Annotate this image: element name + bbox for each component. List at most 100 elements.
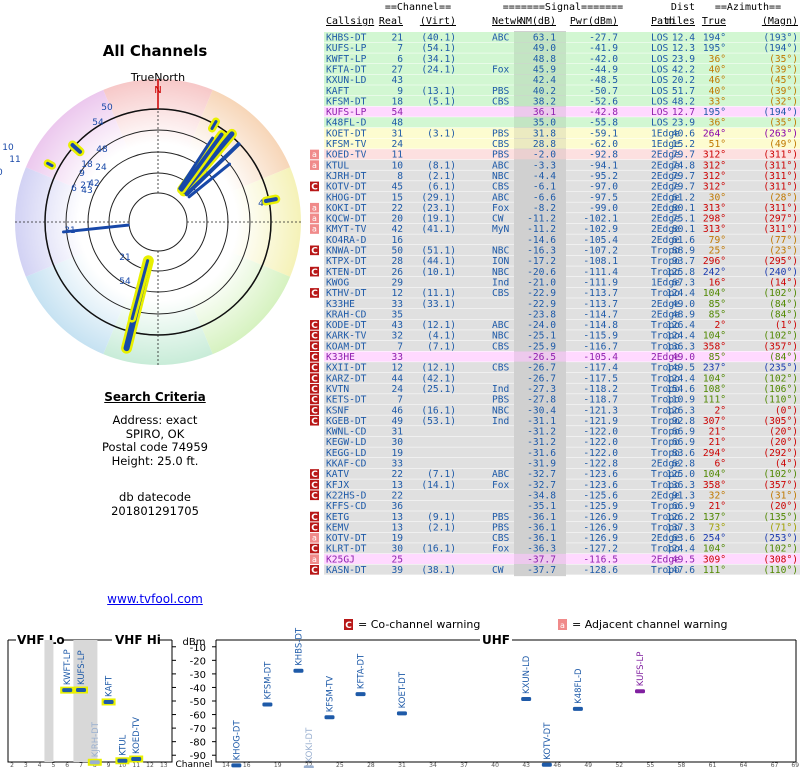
table-cell-mag: (240°) [763, 267, 798, 278]
table-cell-az: 104° [703, 544, 726, 555]
table-cell-net: PBS [492, 128, 510, 139]
table-cell-virt: (51.1) [421, 246, 456, 257]
table-cell-az: 358° [703, 341, 726, 352]
cochannel-warning-letter: C [311, 523, 318, 533]
table-cell-cs: KOTV-DT [326, 533, 367, 544]
table-cell-cs: KASN-DT [326, 565, 367, 576]
table-cell-dist: 49.5 [672, 554, 695, 565]
table-cell-pwr: -107.2 [583, 246, 618, 257]
height-line: Height: 25.0 ft. [111, 453, 199, 468]
table-cell-ch: 32 [391, 331, 403, 342]
table-cell-ch: 7 [397, 395, 403, 406]
spectrum-bar-label: KFSM-TV [326, 676, 336, 713]
uhf-channel-tick: 49 [584, 762, 592, 768]
table-cell-dist: 92.8 [672, 416, 695, 427]
table-cell-dist: 149.5 [666, 363, 695, 374]
table-cell-cs: KOET-DT [326, 128, 367, 139]
table-cell-dist: 48.2 [672, 96, 695, 107]
table-cell-dist: 110.9 [666, 395, 695, 406]
cochannel-warning-letter: C [311, 545, 318, 555]
spectrum-bar [231, 763, 242, 768]
table-cell-dist: 66.9 [672, 427, 695, 438]
table-cell-cs: KFSM-TV [326, 139, 367, 150]
table-cell-dist: 49.0 [672, 299, 695, 310]
table-cell-dist: 124.4 [666, 288, 695, 299]
table-cell-pwr: -116.5 [583, 554, 618, 565]
table-cell-net: NBC [492, 267, 510, 278]
table-cell-az: 2° [714, 320, 726, 331]
table-cell-cs: KMYT-TV [326, 224, 367, 235]
radar-channel-label: 54 [119, 277, 131, 287]
table-cell-ch: 22 [391, 490, 403, 501]
spectrum-bar-label: KXUN-LD [522, 655, 532, 694]
cochannel-warning-letter: C [311, 566, 318, 576]
table-cell-dist: 124.4 [666, 544, 695, 555]
column-header: Pwr(dBm) [570, 16, 618, 27]
table-cell-nm: -16.3 [527, 246, 556, 257]
spectrum-bar [293, 668, 304, 673]
uhf-channel-tick: 25 [336, 762, 344, 768]
table-cell-pwr: -113.7 [583, 299, 618, 310]
table-cell-ch: 19 [391, 448, 403, 459]
table-cell-dist: 79.7 [672, 150, 695, 161]
table-cell-mag: (311°) [763, 150, 798, 161]
column-header: Real [379, 16, 403, 27]
table-cell-nm: -27.3 [527, 384, 556, 395]
table-cell-cs: K33HE [326, 299, 355, 310]
table-cell-az: 30° [709, 192, 726, 203]
table-cell-cs: KOKI-DT [326, 203, 367, 214]
table-cell-cs: KEGG-LD [326, 448, 367, 459]
table-cell-cs: KXUN-LD [326, 75, 367, 86]
column-header: (Magn) [762, 16, 798, 27]
spectrum-bar-label: KHOG-DT [232, 720, 242, 761]
spectrum-bar-label: KFSM-DT [263, 661, 273, 700]
compass-label: TrueNorth [130, 71, 185, 84]
table-cell-ch: 6 [397, 54, 403, 65]
table-cell-net: ION [492, 256, 510, 267]
table-cell-net: CBS [492, 182, 510, 193]
table-cell-mag: (35°) [769, 54, 798, 65]
table-cell-ch: 48 [391, 118, 403, 129]
table-cell-virt: (12.1) [421, 363, 456, 374]
legend-adjacent-text: = Adjacent channel warning [572, 618, 728, 631]
table-cell-ch: 42 [391, 224, 403, 235]
table-cell-az: 298° [703, 214, 726, 225]
table-cell-virt: (2.1) [427, 522, 456, 533]
cochannel-warning-letter: C [311, 332, 318, 342]
table-cell-nm: -31.1 [527, 416, 556, 427]
adjacent-warning-letter: a [312, 555, 317, 564]
spectrum-bar-label: KTUL [118, 734, 128, 755]
table-cell-cs: KTEN-DT [326, 267, 367, 278]
spectrum-bar [572, 706, 583, 711]
table-cell-az: 2° [714, 405, 726, 416]
table-cell-pwr: -62.0 [589, 139, 618, 150]
radar-channel-label: 21 [119, 253, 130, 263]
vhf-channel-tick: 11 [132, 762, 140, 768]
table-cell-net: NBC [492, 171, 510, 182]
table-cell-path: LOS [651, 107, 669, 118]
uhf-channel-tick: 69 [791, 762, 799, 768]
table-cell-mag: (4°) [775, 459, 798, 470]
table-cell-virt: (41.1) [421, 224, 456, 235]
table-cell-mag: (106°) [763, 384, 798, 395]
table-cell-az: 85° [709, 299, 726, 310]
table-cell-dist: 137.3 [666, 522, 695, 533]
table-cell-net: Fox [492, 544, 510, 555]
table-cell-az: 85° [709, 352, 726, 363]
uhf-channel-tick: 37 [460, 762, 468, 768]
table-cell-pwr: -117.4 [583, 363, 618, 374]
table-cell-ch: 18 [391, 96, 403, 107]
table-cell-az: 104° [703, 469, 726, 480]
table-cell-mag: (20°) [769, 501, 798, 512]
vhf-hi-label: VHF Hi [115, 633, 161, 647]
table-cell-az: 40° [709, 86, 726, 97]
table-cell-cs: K33HE [326, 352, 355, 363]
table-cell-virt: (34.1) [421, 54, 456, 65]
tvfool-link[interactable]: www.tvfool.com [0, 592, 310, 606]
table-cell-mag: (102°) [763, 544, 798, 555]
table-cell-az: 313° [703, 224, 726, 235]
vhf-channel-tick: 4 [38, 762, 42, 768]
table-cell-mag: (77°) [769, 235, 798, 246]
table-cell-net: NBC [492, 246, 510, 257]
table-cell-az: 358° [703, 480, 726, 491]
